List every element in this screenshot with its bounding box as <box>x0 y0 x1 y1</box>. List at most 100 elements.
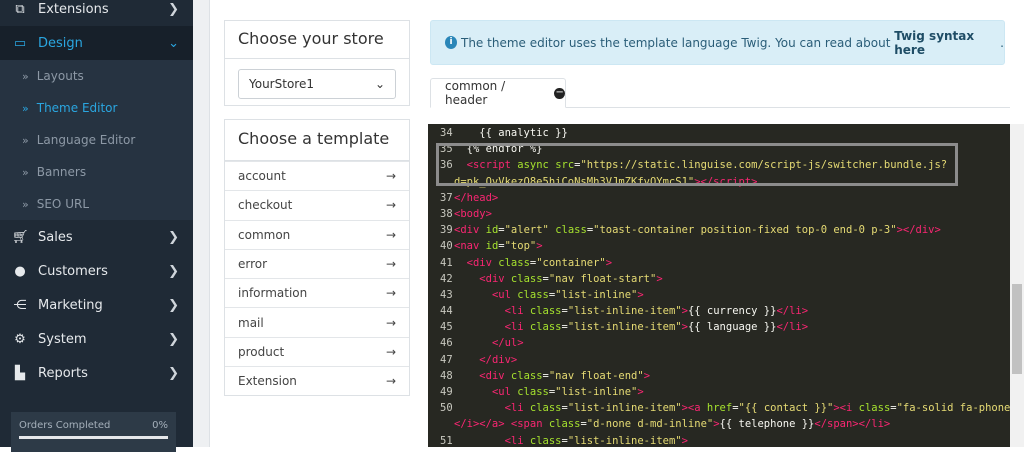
share-icon: ⋲ <box>13 297 27 313</box>
sidebar-item-customers[interactable]: ● Customers ❯ <box>0 254 193 288</box>
file-tabs: common / header − <box>430 78 1010 108</box>
info-icon: i <box>445 36 457 49</box>
sidebar-sub-layouts[interactable]: » Layouts <box>0 60 193 92</box>
arrow-right-icon: → <box>385 198 396 213</box>
code-text: <div class="container"> <box>466 256 613 269</box>
sidebar: ⧉ Extensions ❯ ▭ Design ⌄ » Layouts » Theme Ed… <box>0 0 193 452</box>
sidebar-item-system[interactable]: ⚙ System ❯ <box>0 322 193 356</box>
arrow-right-icon: → <box>385 227 396 242</box>
code-editor[interactable]: 34 {{ analytic }} 35 {% endfor %} 36 <scri… <box>428 124 1010 447</box>
sidebar-item-extensions[interactable]: ⧉ Extensions ❯ <box>0 0 193 26</box>
template-item-checkout[interactable]: checkout → <box>225 190 409 219</box>
code-text: <li class="list-inline-item">{{ language… <box>504 321 809 334</box>
code-line: </i></a> <span class="d-none d-md-inline… <box>428 416 1010 432</box>
code-text: <nav id="top"> <box>454 240 543 253</box>
chevron-down-icon: ⌄ <box>168 35 179 51</box>
template-item-error[interactable]: error → <box>225 248 409 278</box>
line-number: 40 <box>440 240 453 253</box>
template-item-extension[interactable]: Extension → <box>225 366 409 395</box>
arrow-right-icon: → <box>385 257 396 272</box>
line-number: 51 <box>440 434 453 447</box>
sidebar-sub-seo-url[interactable]: » SEO URL <box>0 188 193 220</box>
sidebar-item-marketing[interactable]: ⋲ Marketing ❯ <box>0 288 193 322</box>
sidebar-sub-theme-editor[interactable]: » Theme Editor <box>0 92 193 124</box>
template-card-title: Choose a template <box>225 120 409 161</box>
code-line: 34 {{ analytic }} <box>428 125 1010 141</box>
chevron-right-icon: ❯ <box>168 331 179 347</box>
line-number: 42 <box>440 272 453 285</box>
code-text: <body> <box>454 207 492 220</box>
gear-icon: ⚙ <box>14 331 26 347</box>
user-icon: ● <box>14 263 26 279</box>
puzzle-icon: ⧉ <box>15 1 25 17</box>
arrow-right-icon: → <box>385 374 396 389</box>
chevron-right-icon: ❯ <box>168 263 179 279</box>
highlight-box <box>436 143 958 186</box>
line-number: 37 <box>440 191 453 204</box>
code-text: </ul> <box>491 337 524 350</box>
code-text: <ul class="list-inline"> <box>491 386 644 398</box>
chart-icon: ▙ <box>15 365 25 381</box>
editor-scrollbar[interactable] <box>1010 124 1024 447</box>
template-item-account[interactable]: account → <box>225 161 409 190</box>
sidebar-item-reports[interactable]: ▙ Reports ❯ <box>0 356 193 390</box>
line-number: 41 <box>440 256 453 269</box>
template-card: Choose a template account → checkout → commo… <box>224 119 410 397</box>
sidebar-item-design[interactable]: ▭ Design ⌄ <box>0 26 193 60</box>
chevron-right-icon: ❯ <box>168 229 179 245</box>
line-number: 50 <box>440 402 453 415</box>
line-number: 47 <box>440 353 453 366</box>
tab-common-header[interactable]: common / header − <box>430 78 566 108</box>
close-tab-icon[interactable]: − <box>554 87 565 99</box>
orders-completed-progress: Orders Completed 0% <box>11 412 176 452</box>
code-text: <ul class="list-inline"> <box>491 288 644 301</box>
code-text: <li class="list-inline-item">{{ currency… <box>504 305 809 318</box>
twig-syntax-link[interactable]: Twig syntax here <box>894 29 1000 57</box>
arrow-right-icon: → <box>385 169 396 184</box>
code-line: 46 </ul> <box>428 335 1010 351</box>
chevron-down-icon: ⌄ <box>374 77 385 91</box>
template-item-mail[interactable]: mail → <box>225 307 409 336</box>
code-line: 39<div id="alert" class="toast-container… <box>428 222 1010 238</box>
code-line: 50 <li class="list-inline-item"><a href=… <box>428 400 1010 416</box>
chevron-right-icon: ❯ <box>168 297 179 313</box>
double-chevron-icon: » <box>22 165 29 179</box>
progress-bar <box>19 436 168 439</box>
info-alert: i The theme editor uses the template lan… <box>430 20 1005 65</box>
cart-icon: 🛒︎ <box>12 229 29 245</box>
sidebar-item-sales[interactable]: 🛒︎ Sales ❯ <box>0 220 193 254</box>
code-line: 48 <div class="nav float-end"> <box>428 368 1010 384</box>
code-text: </head> <box>454 191 499 204</box>
line-number: 44 <box>440 305 453 318</box>
code-line: 43 <ul class="list-inline"> <box>428 287 1010 303</box>
chevron-right-icon: ❯ <box>168 1 179 17</box>
line-number: 46 <box>440 337 453 350</box>
sidebar-sub-language-editor[interactable]: » Language Editor <box>0 124 193 156</box>
line-number: 49 <box>440 386 453 398</box>
code-line: 40<nav id="top"> <box>428 238 1010 254</box>
code-text: <div class="nav float-start"> <box>479 272 663 285</box>
store-select[interactable]: YourStore1 ⌄ <box>238 69 396 99</box>
arrow-right-icon: → <box>385 344 396 359</box>
line-number: 39 <box>440 224 453 237</box>
code-line: 38<body> <box>428 206 1010 222</box>
double-chevron-icon: » <box>22 69 29 83</box>
code-text: <li class="list-inline-item"><a href="{{… <box>504 402 1010 415</box>
template-item-common[interactable]: common → <box>225 219 409 249</box>
store-card-title: Choose your store <box>225 21 409 59</box>
line-number: 48 <box>440 369 453 382</box>
template-item-product[interactable]: product → <box>225 336 409 366</box>
double-chevron-icon: » <box>22 101 29 115</box>
double-chevron-icon: » <box>22 133 29 147</box>
code-line: 37</head> <box>428 190 1010 206</box>
code-line: 51 <li class="list-inline-item"> <box>428 433 1010 447</box>
template-item-information[interactable]: information → <box>225 278 409 307</box>
line-number: 34 <box>440 127 453 139</box>
monitor-icon: ▭ <box>13 35 27 51</box>
line-number: 45 <box>440 321 453 334</box>
code-text: <li class="list-inline-item"> <box>504 434 688 447</box>
scrollbar-thumb[interactable] <box>1012 284 1022 374</box>
line-number: 43 <box>440 288 453 301</box>
sidebar-sub-banners[interactable]: » Banners <box>0 156 193 188</box>
store-card: Choose your store YourStore1 ⌄ <box>224 20 410 106</box>
